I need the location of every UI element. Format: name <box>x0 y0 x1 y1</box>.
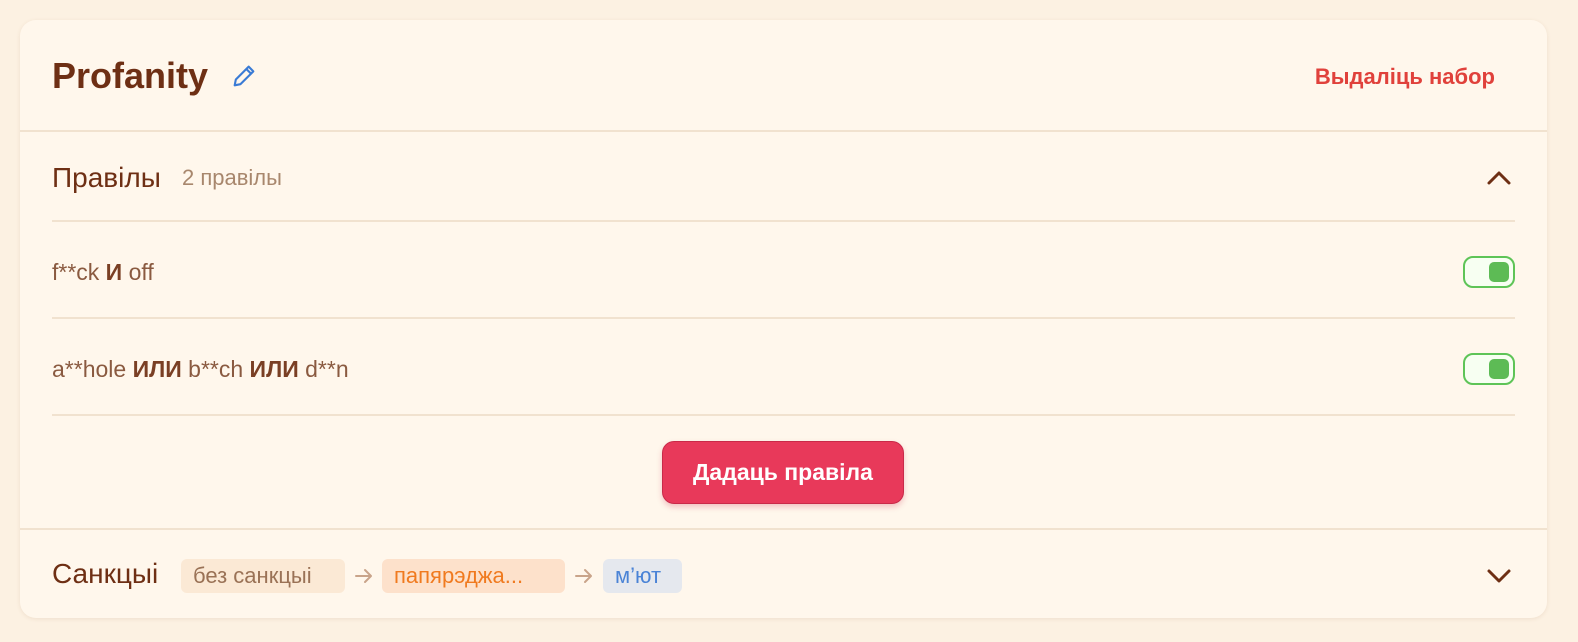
set-title: Profanity <box>52 55 209 96</box>
add-rule-button[interactable]: Дадаць правіла <box>662 441 904 504</box>
rule-operator: ИЛИ <box>126 356 189 382</box>
rule-operator: ИЛИ <box>243 356 306 382</box>
toggle-knob <box>1489 262 1509 282</box>
rule-expression: a**hole ИЛИ b**ch ИЛИ d**n <box>52 355 349 383</box>
sanctions-section-header[interactable]: Санкцыі без санкцыі папярэджа... м’ют <box>20 528 1547 618</box>
rule-operator: И <box>99 259 129 285</box>
rule-term: f**ck <box>52 259 100 285</box>
rule-term: b**ch <box>188 356 244 382</box>
chevron-down-icon[interactable] <box>1483 560 1515 592</box>
rules-title: Правілы <box>52 162 161 193</box>
arrow-right-icon <box>575 569 592 583</box>
rule-term: a**hole <box>52 356 127 382</box>
sanction-step-warning: папярэджа... <box>382 559 565 593</box>
sanction-step-mute: м’ют <box>603 559 682 593</box>
rule-term: d**n <box>305 356 349 382</box>
rule-term: off <box>128 259 154 285</box>
rule-set-card: Profanity Выдаліць набор Правілы 2 праві… <box>20 20 1547 618</box>
pencil-icon[interactable] <box>230 62 258 90</box>
rules-section-header[interactable]: Правілы 2 правілы <box>52 132 1515 222</box>
rule-toggle[interactable] <box>1463 353 1515 385</box>
rule-toggle[interactable] <box>1463 256 1515 288</box>
rule-expression: f**ck И off <box>52 258 154 286</box>
rules-count: 2 правілы <box>182 165 282 190</box>
card-header: Profanity Выдаліць набор <box>20 20 1547 132</box>
delete-set-button[interactable]: Выдаліць набор <box>1315 64 1495 90</box>
toggle-knob <box>1489 359 1509 379</box>
sanction-step-none: без санкцыі <box>181 559 345 593</box>
rule-row: a**hole ИЛИ b**ch ИЛИ d**n <box>52 319 1515 416</box>
arrow-right-icon <box>355 569 372 583</box>
chevron-up-icon[interactable] <box>1483 162 1515 194</box>
rule-row: f**ck И off <box>52 222 1515 319</box>
sanctions-title: Санкцыі <box>52 558 159 589</box>
